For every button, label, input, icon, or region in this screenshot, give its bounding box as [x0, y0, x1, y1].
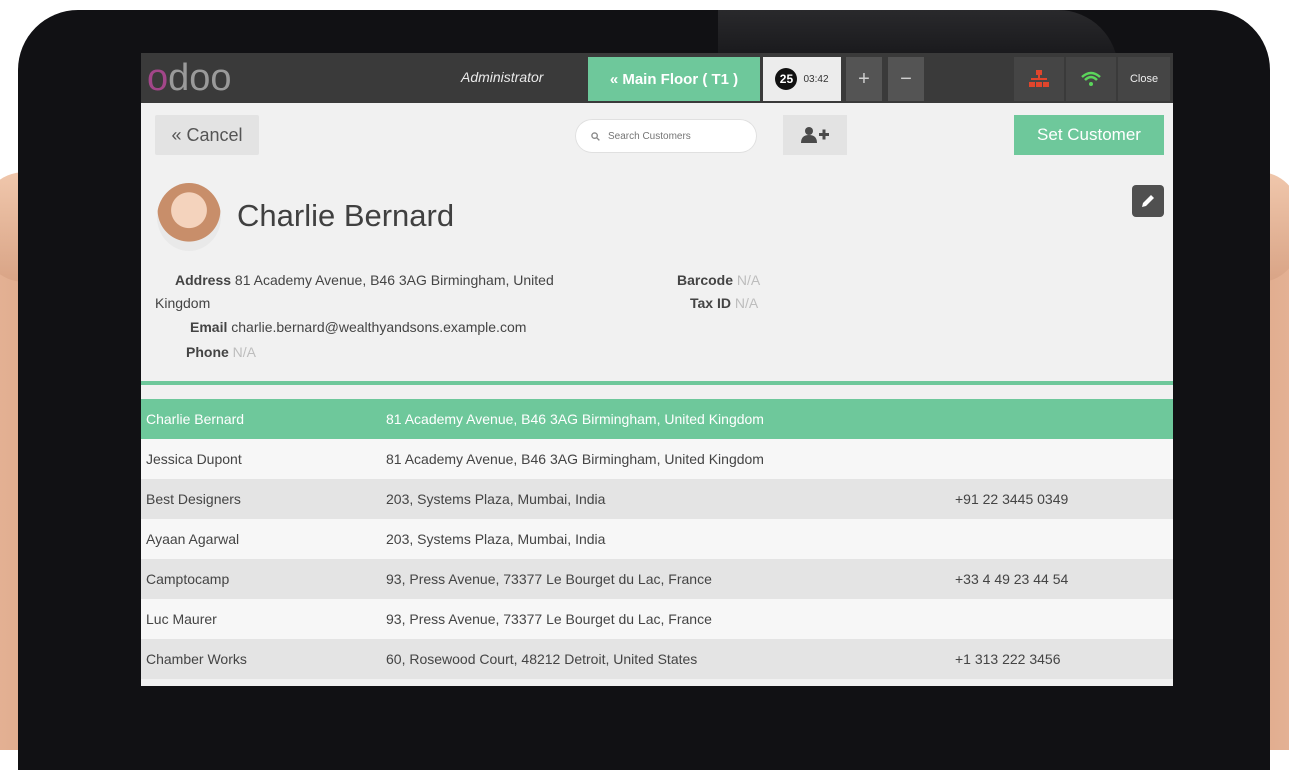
wifi-icon: [1081, 71, 1101, 86]
address-value: 81 Academy Avenue, B46 3AG Birmingham, U…: [234, 272, 554, 288]
set-customer-button[interactable]: Set Customer: [1014, 115, 1164, 155]
phone-field: Phone N/A: [186, 344, 256, 360]
taxid-value: N/A: [734, 295, 759, 311]
user-name[interactable]: Administrator: [461, 69, 543, 85]
add-customer-button[interactable]: [783, 115, 847, 155]
phone-value: N/A: [232, 344, 257, 360]
row-phone: +33 4 49 23 44 54: [955, 571, 1069, 587]
main-floor-button[interactable]: « Main Floor ( T1 ): [588, 57, 760, 101]
pencil-icon: [1142, 195, 1154, 207]
close-label: Close: [1129, 73, 1159, 85]
add-user-icon: [801, 127, 829, 143]
row-name: Chamber Works: [146, 651, 247, 667]
customer-avatar: [157, 183, 221, 251]
customer-row[interactable]: Charlie Bernard 81 Academy Avenue, B46 3…: [141, 399, 1173, 439]
row-name: Best Designers: [146, 491, 241, 507]
order-tab[interactable]: 25 03:42: [763, 57, 841, 101]
row-name: Luc Maurer: [146, 611, 217, 627]
add-order-button[interactable]: +: [846, 57, 882, 101]
row-name: Camptocamp: [146, 571, 230, 587]
barcode-field: Barcode N/A: [677, 272, 760, 288]
customer-row[interactable]: Best Designers 203, Systems Plaza, Mumba…: [141, 479, 1173, 519]
row-address: 203, Systems Plaza, Mumbai, India: [386, 531, 606, 547]
row-address: 81 Academy Avenue, B46 3AG Birmingham, U…: [386, 411, 764, 427]
email-field: Email charlie.bernard@wealthyandsons.exa…: [190, 319, 526, 335]
edit-customer-button[interactable]: [1132, 185, 1164, 217]
customer-row[interactable]: Ayaan Agarwal 203, Systems Plaza, Mumbai…: [141, 519, 1173, 559]
top-bar: odoo Administrator « Main Floor ( T1 ) 2…: [141, 53, 1173, 103]
pos-screen: odoo Administrator « Main Floor ( T1 ) 2…: [141, 53, 1173, 686]
customer-row[interactable]: Luc Maurer 93, Press Avenue, 73377 Le Bo…: [141, 599, 1173, 639]
row-name: Ayaan Agarwal: [146, 531, 240, 547]
order-time: 03:42: [803, 73, 829, 85]
row-address: 81 Academy Avenue, B46 3AG Birmingham, U…: [386, 451, 764, 467]
row-address: 93, Press Avenue, 73377 Le Bourget du La…: [386, 571, 712, 587]
row-address: 60, Rosewood Court, 48212 Detroit, Unite…: [386, 651, 698, 667]
sitemap-icon: [1029, 70, 1049, 87]
plus-icon: +: [858, 67, 870, 90]
phone-label: Phone: [186, 344, 229, 360]
search-box: [575, 119, 757, 153]
minus-icon: −: [900, 67, 912, 90]
customer-name: Charlie Bernard: [237, 198, 455, 233]
barcode-value: N/A: [736, 272, 761, 288]
taxid-label: Tax ID: [690, 295, 731, 311]
row-phone: +1 313 222 3456: [955, 651, 1061, 667]
search-icon: [591, 131, 600, 141]
customer-row[interactable]: Chamber Works 60, Rosewood Court, 48212 …: [141, 639, 1173, 679]
barcode-label: Barcode: [677, 272, 734, 288]
row-address: 203, Systems Plaza, Mumbai, India: [386, 491, 606, 507]
email-value: charlie.bernard@wealthyandsons.example.c…: [231, 319, 527, 335]
details-divider: [141, 381, 1173, 385]
sync-status[interactable]: [1066, 57, 1116, 101]
customer-row[interactable]: Camptocamp 93, Press Avenue, 73377 Le Bo…: [141, 559, 1173, 599]
row-phone: +91 22 3445 0349: [955, 491, 1069, 507]
odoo-logo: odoo: [147, 57, 232, 99]
proxy-status[interactable]: [1014, 57, 1064, 101]
row-name: Charlie Bernard: [146, 411, 245, 427]
close-button[interactable]: Close: [1118, 57, 1170, 101]
row-address: 93, Press Avenue, 73377 Le Bourget du La…: [386, 611, 712, 627]
order-number-badge: 25: [775, 68, 798, 90]
cancel-button[interactable]: « Cancel: [155, 115, 259, 155]
taxid-field: Tax ID N/A: [690, 295, 758, 311]
address-field: Address 81 Academy Avenue, B46 3AG Birmi…: [175, 272, 554, 288]
row-name: Jessica Dupont: [146, 451, 242, 467]
search-customers-input[interactable]: [606, 129, 740, 143]
customer-row[interactable]: Jessica Dupont 81 Academy Avenue, B46 3A…: [141, 439, 1173, 479]
address-continued: Kingdom: [155, 295, 211, 311]
email-label: Email: [190, 319, 228, 335]
remove-order-button[interactable]: −: [888, 57, 924, 101]
address-label: Address: [175, 272, 232, 288]
